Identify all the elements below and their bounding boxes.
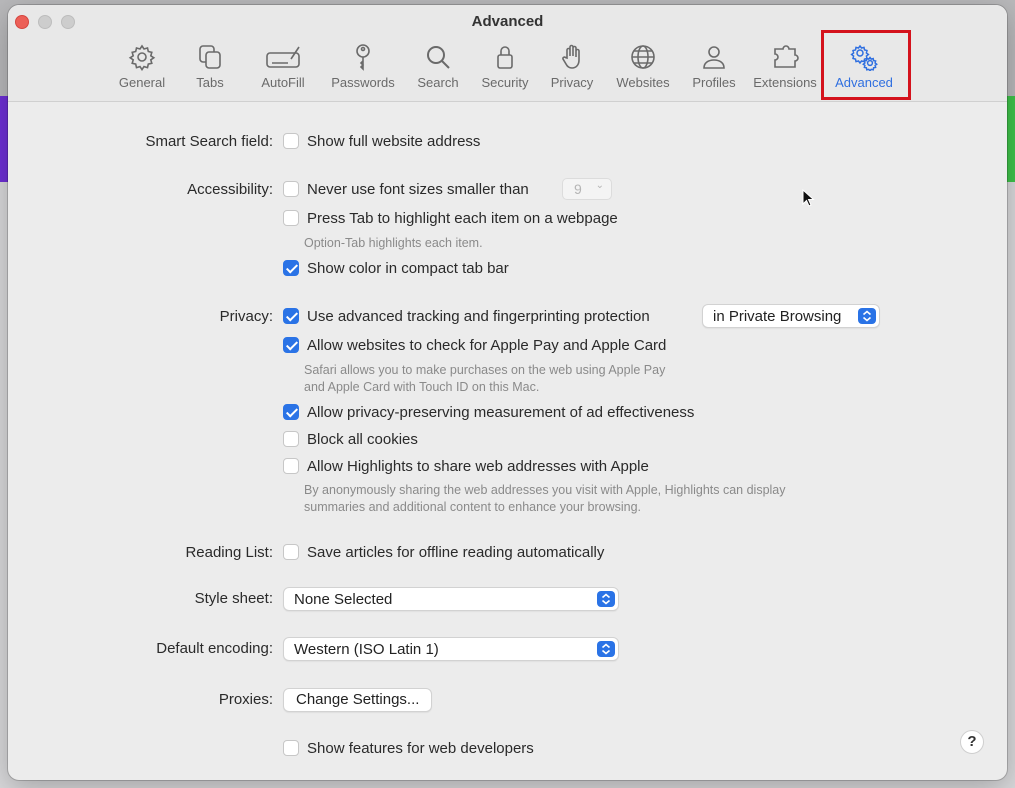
apple-pay-note-line: and Apple Card with Touch ID on this Mac…	[304, 380, 540, 394]
tab-label: Tabs	[196, 75, 224, 90]
press-tab-note: Option-Tab highlights each item.	[304, 236, 483, 250]
reading-list-label: Reading List:	[185, 543, 273, 561]
tracking-mode-value: in Private Browsing	[713, 308, 842, 325]
tab-label: AutoFill	[261, 75, 305, 90]
highlights-note-line: By anonymously sharing the web addresses…	[304, 483, 786, 497]
tab-label: Websites	[616, 75, 670, 90]
min-font-size-checkbox[interactable]	[283, 181, 299, 197]
min-font-size-select[interactable]: 9 ⌄	[562, 178, 612, 200]
compact-color-checkbox[interactable]	[283, 260, 299, 276]
ad-measurement-checkbox[interactable]	[283, 404, 299, 420]
select-arrows-icon	[858, 308, 876, 324]
ad-measurement-text: Allow privacy-preserving measurement of …	[307, 403, 695, 421]
tab-label: Extensions	[753, 75, 817, 90]
tab-autofill[interactable]: AutoFill	[248, 41, 318, 95]
proxies-label: Proxies:	[218, 690, 273, 708]
min-font-size-text: Never use font sizes smaller than	[307, 180, 529, 198]
web-developer-checkbox[interactable]	[283, 740, 299, 756]
puzzle-icon	[774, 45, 799, 68]
tab-tabs[interactable]: Tabs	[180, 41, 240, 95]
tab-security[interactable]: Security	[474, 41, 536, 95]
tab-profiles[interactable]: Profiles	[684, 41, 744, 95]
tab-label: Privacy	[550, 75, 594, 90]
tab-label: Search	[417, 75, 459, 90]
help-button[interactable]: ?	[960, 730, 984, 754]
tracking-protection-text: Use advanced tracking and fingerprinting…	[307, 307, 650, 325]
select-arrows-icon	[597, 641, 615, 657]
tab-extensions[interactable]: Extensions	[748, 41, 822, 95]
tab-privacy[interactable]: Privacy	[544, 41, 600, 95]
select-arrows-icon	[597, 591, 615, 607]
tracking-protection-checkbox[interactable]	[283, 308, 299, 324]
web-developer-text: Show features for web developers	[307, 739, 534, 757]
apple-pay-note: Safari allows you to make purchases on t…	[304, 362, 665, 396]
change-proxy-settings-button[interactable]: Change Settings...	[283, 688, 433, 712]
tab-label: Passwords	[331, 75, 395, 90]
tab-label: Profiles	[692, 75, 736, 90]
annotation-highlight-box	[821, 30, 911, 100]
offline-reading-text: Save articles for offline reading automa…	[307, 543, 605, 561]
tab-label: Security	[481, 75, 529, 90]
person-icon	[703, 46, 725, 69]
highlights-checkbox[interactable]	[283, 458, 299, 474]
advanced-settings-pane: Smart Search field: Show full website ad…	[8, 102, 1007, 780]
show-full-address-checkbox[interactable]	[283, 133, 299, 149]
tracking-mode-select[interactable]: in Private Browsing	[702, 304, 880, 328]
accessibility-label: Accessibility:	[187, 180, 273, 198]
highlights-note-line: summaries and additional content to enha…	[304, 500, 642, 514]
tab-label: General	[118, 75, 166, 90]
block-cookies-checkbox[interactable]	[283, 431, 299, 447]
tab-websites[interactable]: Websites	[608, 41, 678, 95]
window-title: Advanced	[471, 13, 544, 30]
press-tab-row: Press Tab to highlight each item on a we…	[8, 207, 1007, 229]
show-full-address-text: Show full website address	[307, 132, 481, 150]
style-sheet-value: None Selected	[294, 591, 393, 608]
developer-row: Show features for web developers	[8, 737, 1007, 759]
highlights-row: Allow Highlights to share web addresses …	[8, 455, 1007, 477]
compact-color-row: Show color in compact tab bar	[8, 257, 1007, 279]
encoding-select[interactable]: Western (ISO Latin 1)	[283, 637, 619, 661]
apple-pay-note-line: Safari allows you to make purchases on t…	[304, 363, 666, 377]
smart-search-label: Smart Search field:	[145, 132, 273, 150]
key-icon	[356, 44, 370, 71]
style-sheet-select[interactable]: None Selected	[283, 587, 619, 611]
highlights-note: By anonymously sharing the web addresses…	[304, 482, 786, 516]
gear-icon	[128, 44, 156, 71]
apple-pay-text: Allow websites to check for Apple Pay an…	[307, 336, 667, 354]
smart-search-row: Smart Search field: Show full website ad…	[8, 130, 1007, 152]
press-tab-text: Press Tab to highlight each item on a we…	[307, 209, 618, 227]
hand-icon	[562, 44, 580, 69]
globe-icon	[631, 45, 655, 69]
chevron-down-icon: ⌄	[595, 180, 604, 191]
tab-passwords[interactable]: Passwords	[324, 41, 402, 95]
tab-search[interactable]: Search	[408, 41, 468, 95]
proxies-row: Proxies:	[8, 688, 1007, 710]
background-purple-strip	[0, 96, 8, 182]
offline-reading-checkbox[interactable]	[283, 544, 299, 560]
apple-pay-row: Allow websites to check for Apple Pay an…	[8, 334, 1007, 356]
reading-list-row: Reading List: Save articles for offline …	[8, 541, 1007, 563]
encoding-label: Default encoding:	[156, 639, 273, 657]
settings-window: Advanced General Tabs AutoFill Passwords	[8, 5, 1007, 780]
block-cookies-text: Block all cookies	[307, 430, 418, 448]
compact-color-text: Show color in compact tab bar	[307, 259, 509, 277]
privacy-label: Privacy:	[219, 307, 273, 325]
encoding-value: Western (ISO Latin 1)	[294, 641, 439, 658]
accessibility-row: Accessibility: Never use font sizes smal…	[8, 178, 1007, 200]
highlights-text: Allow Highlights to share web addresses …	[307, 457, 649, 475]
background-green-strip	[1007, 96, 1015, 182]
apple-pay-checkbox[interactable]	[283, 337, 299, 353]
style-sheet-label: Style sheet:	[194, 589, 273, 607]
mouse-pointer-icon	[802, 189, 815, 207]
block-cookies-row: Block all cookies	[8, 428, 1007, 450]
autofill-icon	[266, 46, 300, 68]
tab-general[interactable]: General	[112, 41, 172, 95]
press-tab-checkbox[interactable]	[283, 210, 299, 226]
search-icon	[427, 46, 450, 69]
ad-measurement-row: Allow privacy-preserving measurement of …	[8, 401, 1007, 423]
lock-icon	[497, 46, 513, 69]
tabs-icon	[199, 45, 221, 69]
min-font-size-value: 9	[574, 181, 582, 197]
